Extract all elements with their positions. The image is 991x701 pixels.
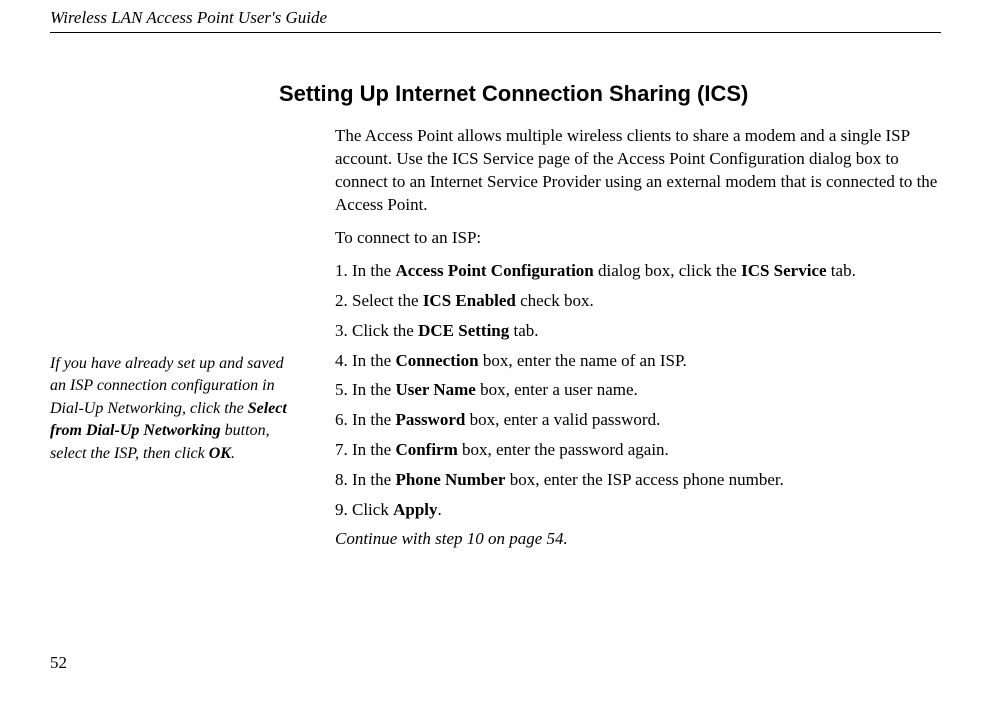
step-text: Click the — [348, 321, 418, 340]
step-text: In the — [348, 440, 396, 459]
step-number: 5. — [335, 380, 348, 399]
continue-note: Continue with step 10 on page 54. — [335, 529, 941, 549]
main-content: If you have already set up and saved an … — [50, 81, 941, 549]
step-1: 1. In the Access Point Configuration dia… — [335, 260, 941, 283]
step-number: 4. — [335, 351, 348, 370]
step-bold: DCE Setting — [418, 321, 509, 340]
step-2: 2. Select the ICS Enabled check box. — [335, 290, 941, 313]
step-text: In the — [348, 380, 396, 399]
step-bold2: ICS Service — [741, 261, 826, 280]
step-text: Click — [348, 500, 393, 519]
step-number: 3. — [335, 321, 348, 340]
step-text: In the — [348, 470, 396, 489]
step-number: 9. — [335, 500, 348, 519]
step-text: In the — [348, 410, 396, 429]
step-text: In the — [348, 261, 396, 280]
step-number: 7. — [335, 440, 348, 459]
step-bold: User Name — [395, 380, 475, 399]
step-number: 8. — [335, 470, 348, 489]
page-number: 52 — [50, 653, 67, 673]
step-text: tab. — [827, 261, 856, 280]
step-8: 8. In the Phone Number box, enter the IS… — [335, 469, 941, 492]
step-bold: Access Point Configuration — [395, 261, 593, 280]
sidebar-note-text3: . — [231, 445, 235, 462]
section-title: Setting Up Internet Connection Sharing (… — [279, 81, 941, 107]
sidebar-note: If you have already set up and saved an … — [50, 353, 300, 465]
step-bold: ICS Enabled — [423, 291, 516, 310]
step-text: box, enter the name of an ISP. — [479, 351, 687, 370]
sidebar-note-bold2: OK — [209, 445, 231, 462]
step-7: 7. In the Confirm box, enter the passwor… — [335, 439, 941, 462]
step-bold: Connection — [395, 351, 478, 370]
sidebar: If you have already set up and saved an … — [50, 81, 335, 549]
step-text: box, enter the password again. — [458, 440, 669, 459]
instruction-text: To connect to an ISP: — [335, 227, 941, 250]
step-text: dialog box, click the — [594, 261, 741, 280]
step-text: check box. — [516, 291, 594, 310]
header-title: Wireless LAN Access Point User's Guide — [50, 0, 941, 33]
step-number: 6. — [335, 410, 348, 429]
step-4: 4. In the Connection box, enter the name… — [335, 350, 941, 373]
content-area: Setting Up Internet Connection Sharing (… — [335, 81, 941, 549]
step-text: Select the — [348, 291, 423, 310]
step-text: box, enter a user name. — [476, 380, 638, 399]
step-text: tab. — [509, 321, 538, 340]
step-5: 5. In the User Name box, enter a user na… — [335, 379, 941, 402]
intro-paragraph: The Access Point allows multiple wireles… — [335, 125, 941, 217]
step-bold: Phone Number — [395, 470, 505, 489]
step-number: 1. — [335, 261, 348, 280]
step-bold: Password — [395, 410, 465, 429]
step-number: 2. — [335, 291, 348, 310]
step-text: . — [438, 500, 442, 519]
step-9: 9. Click Apply. — [335, 499, 941, 522]
step-6: 6. In the Password box, enter a valid pa… — [335, 409, 941, 432]
step-bold: Confirm — [395, 440, 457, 459]
step-text: In the — [348, 351, 396, 370]
step-text: box, enter the ISP access phone number. — [505, 470, 783, 489]
step-bold: Apply — [393, 500, 437, 519]
step-3: 3. Click the DCE Setting tab. — [335, 320, 941, 343]
step-text: box, enter a valid password. — [465, 410, 660, 429]
